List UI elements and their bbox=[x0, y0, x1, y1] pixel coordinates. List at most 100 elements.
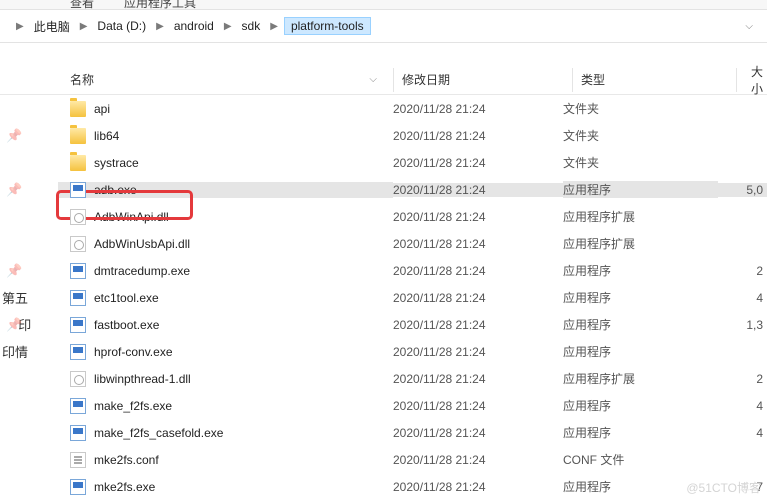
conf-icon bbox=[70, 452, 86, 468]
file-name-label: make_f2fs_casefold.exe bbox=[94, 426, 223, 440]
file-name-cell[interactable]: api bbox=[58, 101, 393, 117]
file-name-cell[interactable]: adb.exe bbox=[58, 182, 393, 198]
file-row[interactable]: 📌印fastboot.exe2020/11/28 21:24应用程序1,3 bbox=[0, 311, 767, 338]
file-date-cell: 2020/11/28 21:24 bbox=[393, 453, 563, 467]
file-size-cell: 2 bbox=[718, 264, 767, 278]
ribbon-tab-view[interactable]: 查看 bbox=[70, 0, 94, 3]
file-date-cell: 2020/11/28 21:24 bbox=[393, 183, 563, 197]
file-row[interactable]: api2020/11/28 21:24文件夹 bbox=[0, 95, 767, 122]
ribbon-tab-apptools[interactable]: 应用程序工具 bbox=[124, 0, 196, 3]
file-row[interactable]: 印情hprof-conv.exe2020/11/28 21:24应用程序 bbox=[0, 338, 767, 365]
breadcrumb[interactable]: ▶ 此电脑 ▶ Data (D:) ▶ android ▶ sdk ▶ plat… bbox=[0, 10, 767, 43]
file-date-cell: 2020/11/28 21:24 bbox=[393, 129, 563, 143]
breadcrumb-seg-0[interactable]: 此电脑 bbox=[30, 16, 74, 37]
pin-icon: 📌 bbox=[6, 317, 22, 333]
file-type-cell: 应用程序 bbox=[563, 343, 718, 360]
file-date-cell: 2020/11/28 21:24 bbox=[393, 210, 563, 224]
exe-icon bbox=[70, 317, 86, 333]
column-header-type[interactable]: 类型 bbox=[581, 71, 736, 88]
file-row[interactable]: 📌dmtracedump.exe2020/11/28 21:24应用程序2 bbox=[0, 257, 767, 284]
breadcrumb-seg-1[interactable]: Data (D:) bbox=[93, 17, 150, 35]
file-date-cell: 2020/11/28 21:24 bbox=[393, 426, 563, 440]
file-type-cell: CONF 文件 bbox=[563, 451, 718, 468]
file-row[interactable]: 📌lib642020/11/28 21:24文件夹 bbox=[0, 122, 767, 149]
file-date-cell: 2020/11/28 21:24 bbox=[393, 264, 563, 278]
exe-icon bbox=[70, 182, 86, 198]
exe-icon bbox=[70, 479, 86, 495]
file-row[interactable]: 📌adb.exe2020/11/28 21:24应用程序5,0 bbox=[0, 176, 767, 203]
chevron-right-icon[interactable]: ▶ bbox=[270, 21, 278, 32]
chevron-right-icon[interactable]: ▶ bbox=[80, 21, 88, 32]
file-list: api2020/11/28 21:24文件夹📌lib642020/11/28 2… bbox=[0, 95, 767, 500]
file-name-cell[interactable]: libwinpthread-1.dll bbox=[58, 371, 393, 387]
quick-access-pin: 📌 bbox=[0, 263, 58, 279]
exe-icon bbox=[70, 398, 86, 414]
column-header-name[interactable]: 名称 ⌵ bbox=[58, 71, 393, 88]
file-date-cell: 2020/11/28 21:24 bbox=[393, 372, 563, 386]
breadcrumb-seg-3[interactable]: sdk bbox=[238, 17, 265, 35]
file-name-cell[interactable]: fastboot.exe bbox=[58, 317, 393, 333]
file-type-cell: 应用程序 bbox=[563, 424, 718, 441]
file-type-cell: 应用程序 bbox=[563, 478, 718, 495]
exe-icon bbox=[70, 290, 86, 306]
file-name-cell[interactable]: mke2fs.exe bbox=[58, 479, 393, 495]
exe-icon bbox=[70, 263, 86, 279]
quick-access-pin: 📌 bbox=[0, 182, 58, 198]
file-name-label: etc1tool.exe bbox=[94, 291, 159, 305]
file-name-label: fastboot.exe bbox=[94, 318, 159, 332]
chevron-right-icon[interactable]: ▶ bbox=[156, 21, 164, 32]
file-type-cell: 应用程序 bbox=[563, 289, 718, 306]
file-type-cell: 应用程序 bbox=[563, 181, 718, 198]
file-name-cell[interactable]: AdbWinApi.dll bbox=[58, 209, 393, 225]
file-name-label: make_f2fs.exe bbox=[94, 399, 172, 413]
file-name-cell[interactable]: AdbWinUsbApi.dll bbox=[58, 236, 393, 252]
file-row[interactable]: systrace2020/11/28 21:24文件夹 bbox=[0, 149, 767, 176]
file-size-cell: 1,3 bbox=[718, 318, 767, 332]
exe-icon bbox=[70, 344, 86, 360]
file-name-cell[interactable]: etc1tool.exe bbox=[58, 290, 393, 306]
quick-access-pin: 📌 bbox=[0, 128, 58, 144]
file-name-cell[interactable]: hprof-conv.exe bbox=[58, 344, 393, 360]
file-name-cell[interactable]: lib64 bbox=[58, 128, 393, 144]
file-row[interactable]: mke2fs.exe2020/11/28 21:24应用程序7 bbox=[0, 473, 767, 500]
file-size-cell: 4 bbox=[718, 399, 767, 413]
quick-access-label: 印情 bbox=[2, 342, 28, 361]
file-row[interactable]: 第五etc1tool.exe2020/11/28 21:24应用程序4 bbox=[0, 284, 767, 311]
file-type-cell: 应用程序扩展 bbox=[563, 208, 718, 225]
file-name-cell[interactable]: make_f2fs_casefold.exe bbox=[58, 425, 393, 441]
file-name-label: systrace bbox=[94, 156, 139, 170]
quick-access-pin: 📌印 bbox=[0, 315, 58, 334]
file-row[interactable]: AdbWinApi.dll2020/11/28 21:24应用程序扩展 bbox=[0, 203, 767, 230]
chevron-right-icon[interactable]: ▶ bbox=[224, 21, 232, 32]
file-name-label: hprof-conv.exe bbox=[94, 345, 173, 359]
column-header-name-label: 名称 bbox=[70, 71, 94, 88]
breadcrumb-seg-2[interactable]: android bbox=[170, 17, 218, 35]
column-header-date[interactable]: 修改日期 bbox=[402, 71, 572, 88]
file-row[interactable]: mke2fs.conf2020/11/28 21:24CONF 文件 bbox=[0, 446, 767, 473]
chevron-down-icon[interactable]: ⌵ bbox=[733, 21, 765, 32]
file-date-cell: 2020/11/28 21:24 bbox=[393, 102, 563, 116]
quick-access-pin: 印情 bbox=[0, 342, 58, 361]
column-header-size[interactable]: 大小 bbox=[745, 63, 767, 97]
file-name-cell[interactable]: dmtracedump.exe bbox=[58, 263, 393, 279]
file-row[interactable]: libwinpthread-1.dll2020/11/28 21:24应用程序扩… bbox=[0, 365, 767, 392]
file-name-cell[interactable]: mke2fs.conf bbox=[58, 452, 393, 468]
file-row[interactable]: make_f2fs.exe2020/11/28 21:24应用程序4 bbox=[0, 392, 767, 419]
file-size-cell: 5,0 bbox=[718, 183, 767, 197]
column-headers: 名称 ⌵ 修改日期 类型 大小 bbox=[0, 65, 767, 95]
file-row[interactable]: make_f2fs_casefold.exe 2020/11/28 21:24应用… bbox=[0, 419, 767, 446]
file-name-cell[interactable]: systrace bbox=[58, 155, 393, 171]
file-row[interactable]: AdbWinUsbApi.dll2020/11/28 21:24应用程序扩展 bbox=[0, 230, 767, 257]
ribbon-tabs: 查看 应用程序工具 bbox=[0, 0, 767, 10]
chevron-right-icon[interactable]: ▶ bbox=[16, 21, 24, 32]
breadcrumb-seg-4[interactable]: platform-tools bbox=[284, 17, 371, 35]
file-type-cell: 文件夹 bbox=[563, 154, 718, 171]
folder-icon bbox=[70, 128, 86, 144]
file-name-label: api bbox=[94, 102, 110, 116]
file-type-cell: 应用程序扩展 bbox=[563, 235, 718, 252]
dll-icon bbox=[70, 236, 86, 252]
folder-icon bbox=[70, 101, 86, 117]
file-name-cell[interactable]: make_f2fs.exe bbox=[58, 398, 393, 414]
quick-access-pin: 第五 bbox=[0, 288, 58, 307]
file-date-cell: 2020/11/28 21:24 bbox=[393, 399, 563, 413]
